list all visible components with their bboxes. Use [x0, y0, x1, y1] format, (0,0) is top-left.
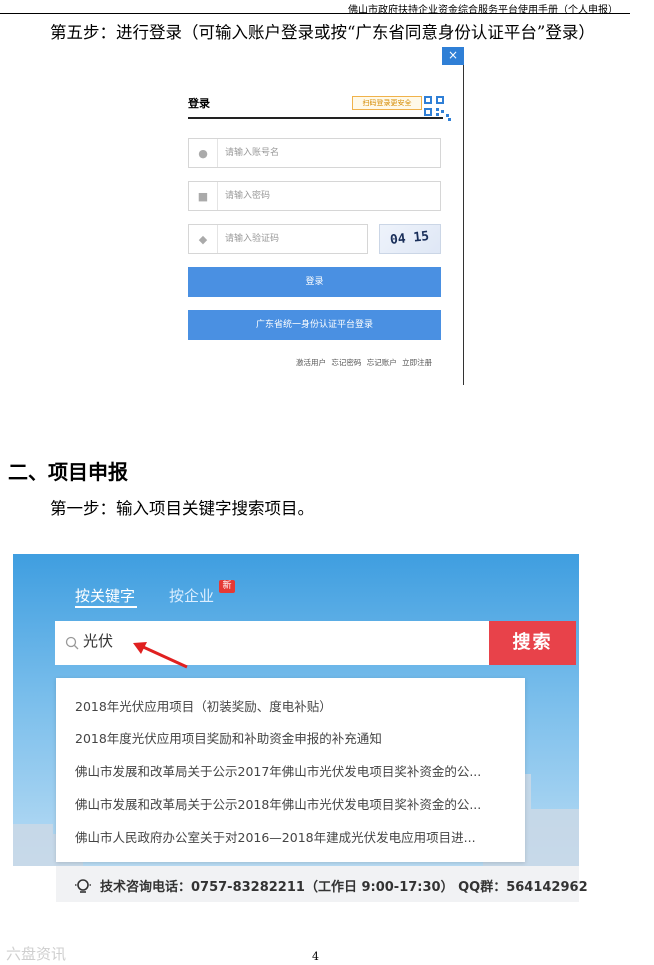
list-item[interactable]: 佛山市发展和改革局关于公示2017年佛山市光伏发电项目奖补资金的公...: [75, 761, 481, 780]
tab-active-indicator: [75, 606, 137, 608]
login-panel-edge: [463, 48, 464, 385]
login-title-underline: [188, 117, 443, 119]
new-badge: 新: [219, 580, 235, 593]
lightbulb-icon: [75, 879, 91, 893]
arrow-pointer-icon: [133, 642, 188, 669]
close-button[interactable]: ×: [442, 47, 464, 65]
captcha-field[interactable]: ◆ 请输入验证码: [188, 224, 368, 254]
tab-keyword[interactable]: 按关键字: [75, 585, 135, 606]
gd-identity-login-button[interactable]: 广东省统一身份认证平台登录: [188, 310, 441, 340]
captcha-text: 04 15: [389, 228, 430, 249]
search-query: 光伏: [83, 632, 114, 650]
search-button[interactable]: 搜索: [489, 621, 576, 665]
tab-company[interactable]: 按企业: [169, 585, 214, 606]
captcha-placeholder: 请输入验证码: [225, 234, 280, 244]
watermark-logo: 六盘资讯: [6, 945, 67, 963]
forgot-account-link[interactable]: 忘记账户: [367, 358, 397, 367]
password-field[interactable]: ■ 请输入密码: [188, 181, 441, 211]
search-icon: [65, 636, 79, 650]
list-item[interactable]: 2018年光伏应用项目（初装奖励、度电补贴）: [75, 696, 332, 715]
list-item[interactable]: 佛山市发展和改革局关于公示2018年佛山市光伏发电项目奖补资金的公...: [75, 794, 481, 813]
register-link[interactable]: 立即注册: [402, 358, 432, 367]
qr-login-hint[interactable]: 扫码登录更安全: [352, 96, 422, 110]
step5-instruction: 第五步：进行登录（可输入账户登录或按“广东省同意身份认证平台”登录）: [50, 23, 595, 42]
password-placeholder: 请输入密码: [225, 191, 271, 201]
list-item[interactable]: 佛山市人民政府办公室关于对2016—2018年建成光伏发电应用项目进...: [75, 827, 476, 846]
list-item[interactable]: 2018年度光伏应用项目奖励和补助资金申报的补充通知: [75, 728, 382, 747]
user-icon: ●: [189, 139, 218, 167]
tech-support-text: 技术咨询电话：0757-83282211（工作日 9:00-17:30） QQ群…: [100, 880, 588, 895]
section-title: 二、项目申报: [8, 460, 128, 484]
search-screenshot: 按关键字 按企业 新 光伏 搜索 2018年光伏应用项目（初装奖励、度电补贴） …: [13, 554, 579, 866]
forgot-password-link[interactable]: 忘记密码: [331, 358, 361, 367]
search-input[interactable]: [55, 621, 489, 665]
login-button[interactable]: 登录: [188, 267, 441, 297]
shield-icon: ◆: [189, 225, 218, 253]
login-title: 登录: [188, 97, 210, 110]
account-placeholder: 请输入账号名: [225, 148, 280, 158]
login-links: 激活用户 忘记密码 忘记账户 立即注册: [296, 357, 432, 368]
lock-icon: ■: [189, 182, 218, 210]
captcha-image[interactable]: 04 15: [379, 224, 441, 254]
account-field[interactable]: ● 请输入账号名: [188, 138, 441, 168]
step1-instruction: 第一步：输入项目关键字搜索项目。: [50, 499, 314, 518]
suggestion-dropdown: 2018年光伏应用项目（初装奖励、度电补贴） 2018年度光伏应用项目奖励和补助…: [56, 678, 525, 862]
page-number: 4: [312, 950, 319, 963]
activate-user-link[interactable]: 激活用户: [296, 358, 326, 367]
header-divider: [0, 13, 630, 14]
